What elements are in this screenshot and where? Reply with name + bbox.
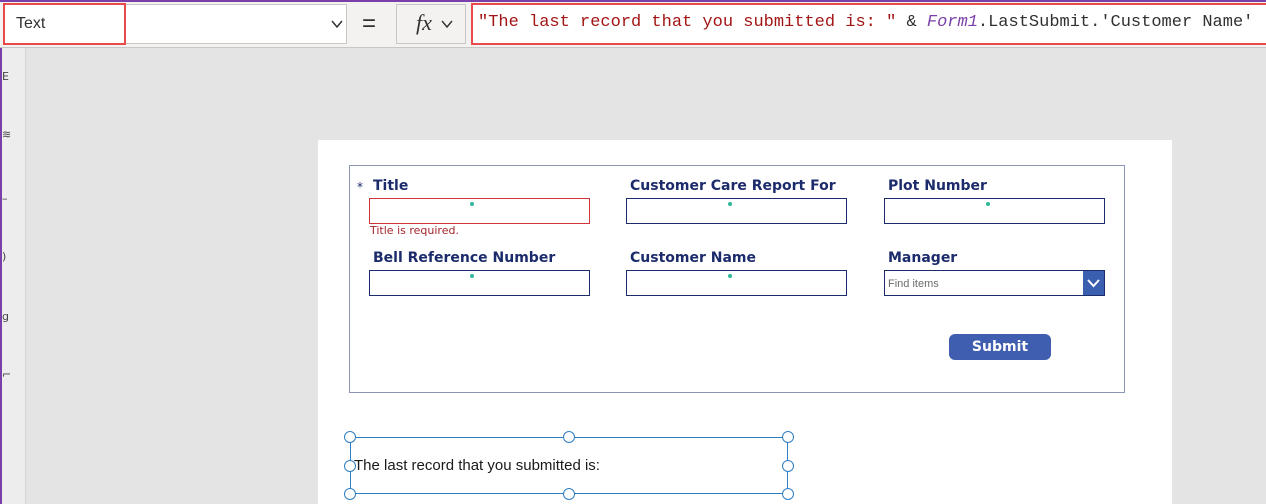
formula-bar: Text = fx "The last record that you subm…: [0, 2, 1266, 48]
customer-care-report-for-input[interactable]: [626, 198, 847, 224]
plot-number-label: Plot Number: [888, 178, 987, 194]
title-input[interactable]: [369, 198, 590, 224]
left-tool-strip: E ≋ – ) g ⌐: [2, 48, 26, 504]
manager-label: Manager: [888, 250, 958, 266]
strip-glyph: ⌐: [2, 368, 12, 381]
plot-number-input[interactable]: [884, 198, 1105, 224]
selection-dot: [728, 274, 732, 278]
customer-name-label: Customer Name: [630, 250, 756, 266]
combobox-expand-button[interactable]: [1083, 271, 1104, 295]
bell-reference-number-label: Bell Reference Number: [373, 250, 556, 266]
chevron-down-icon: [1087, 279, 1100, 288]
title-label: Title: [373, 178, 409, 194]
equals-sign: =: [362, 10, 377, 37]
fx-button[interactable]: fx: [396, 4, 466, 44]
bell-reference-number-input[interactable]: [369, 270, 590, 296]
selection-dot: [470, 202, 474, 206]
resize-handle[interactable]: [344, 460, 356, 472]
submit-button[interactable]: Submit: [949, 334, 1051, 360]
formula-input[interactable]: "The last record that you submitted is: …: [471, 3, 1266, 45]
strip-glyph: –: [2, 192, 8, 205]
resize-handle[interactable]: [782, 431, 794, 443]
strip-glyph: E: [2, 70, 9, 83]
strip-glyph: g: [2, 310, 9, 323]
customer-care-report-for-label: Customer Care Report For: [630, 178, 836, 194]
strip-glyph: ): [2, 250, 7, 263]
resize-handle[interactable]: [563, 431, 575, 443]
property-highlight-box: [3, 3, 126, 45]
resize-handle[interactable]: [563, 488, 575, 500]
formula-operator: &: [896, 13, 927, 32]
resize-handle[interactable]: [344, 488, 356, 500]
resize-handle[interactable]: [344, 431, 356, 443]
chevron-down-icon: [441, 20, 453, 29]
result-label[interactable]: The last record that you submitted is:: [354, 457, 600, 474]
selection-dot: [470, 274, 474, 278]
resize-handle[interactable]: [782, 460, 794, 472]
formula-string-literal: "The last record that you submitted is: …: [478, 13, 897, 32]
formula-property-path: .LastSubmit.'Customer Name': [977, 13, 1254, 32]
selection-dot: [728, 202, 732, 206]
chevron-down-icon: [331, 20, 343, 29]
fx-icon: fx: [416, 10, 432, 35]
required-star: *: [357, 180, 363, 194]
selection-dot: [986, 202, 990, 206]
title-error-message: Title is required.: [370, 224, 459, 237]
manager-combobox[interactable]: Find items: [884, 270, 1105, 296]
resize-handle[interactable]: [782, 488, 794, 500]
formula-control-name: Form1: [926, 13, 978, 32]
formula-text: "The last record that you submitted is: …: [478, 13, 1253, 32]
manager-placeholder: Find items: [888, 278, 939, 290]
customer-name-input[interactable]: [626, 270, 847, 296]
strip-glyph: ≋: [2, 128, 12, 141]
